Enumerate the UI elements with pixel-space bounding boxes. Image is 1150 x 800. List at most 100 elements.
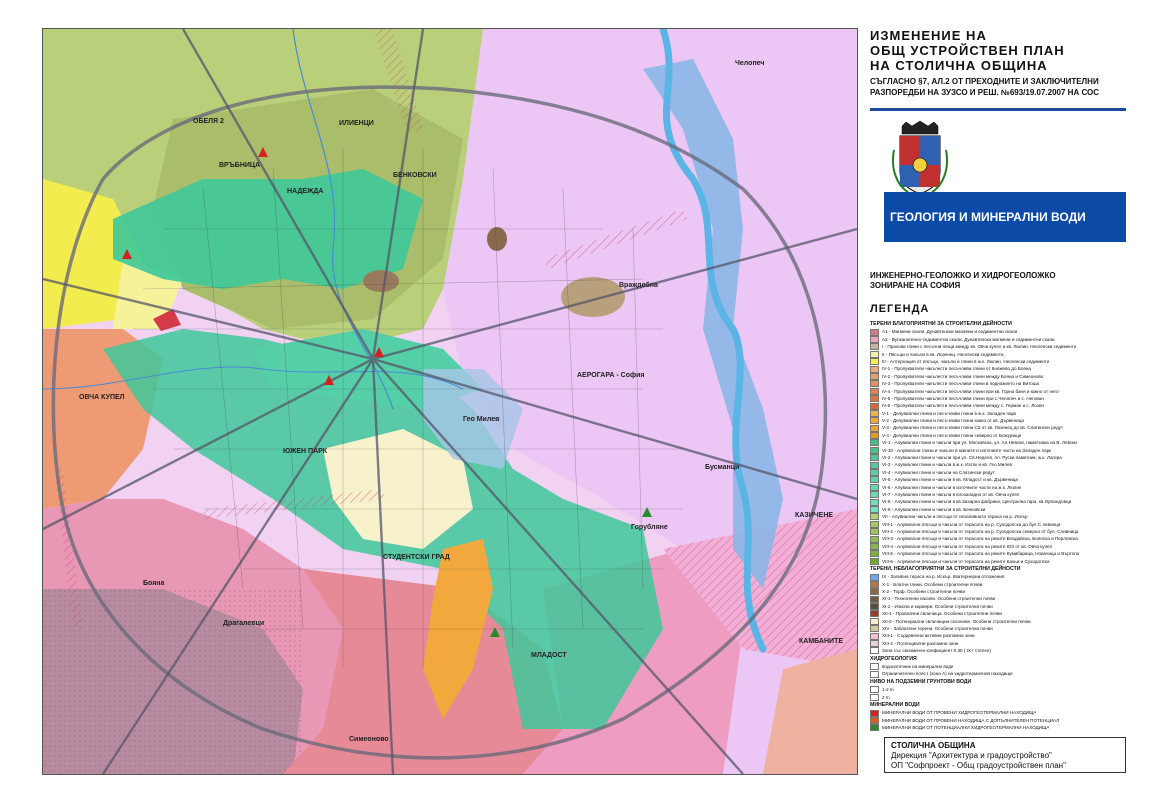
legend-label: IX - Заливна тераса на р. Искър. Кватерн… [882, 574, 1005, 580]
legend-item: IV-2 - Пропукватели чакълести песъчливи … [870, 372, 1132, 380]
legend-item: водоизточник на минерални води [870, 663, 1132, 671]
legend-label: 1-2 m [882, 687, 894, 693]
legend-label: Зона със сеизмичен коефициент 0.30 ( IX+… [882, 648, 991, 654]
legend-swatch [870, 491, 879, 499]
zone-vitosha-texture [43, 589, 303, 774]
label-boyana: Бояна [143, 580, 165, 587]
footer-line-1: СТОЛИЧНА ОБЩИНА [891, 741, 976, 750]
legend-label: VI-5 - Алувиални глини и чакъли в кв. Мл… [882, 477, 1018, 483]
legend-swatch [870, 328, 879, 336]
legend-swatch [870, 588, 879, 596]
legend-item: 2 m [870, 693, 1132, 701]
legend-label: А1 - Магмени скали. Дунавтенски магмени … [882, 329, 1018, 335]
legend-label: МИНЕРАЛНИ ВОДИ ОТ ПРОВЕНИ ХИДРОГЕОТЕРМАЛ… [882, 710, 1037, 716]
label-simeonovo: Симеоново [349, 736, 389, 743]
legend-label: 2 m [882, 694, 890, 700]
footer-line-3: ОП "Софпроект - Общ градоустройствен пла… [891, 761, 1066, 770]
legend-swatch [870, 716, 879, 724]
legend: ТЕРЕНИ БЛАГОПРИЯТНИ ЗА СТРОИТЕЛНИ ДЕЙНОС… [870, 320, 1132, 732]
legend-label: VIII-4 - Алувиални пясъци и чакъли от те… [882, 543, 1053, 549]
legend-swatch [870, 528, 879, 536]
legend-item: ХI-2 - Изкопи и кариери. Особени строите… [870, 603, 1132, 611]
legend-swatch [870, 343, 879, 351]
legend-label: VI-9 - Алувиални глини и чакъли в кв. Бе… [882, 506, 986, 512]
legend-item: А2 - Вулканогенно-седиментни скали. Дуна… [870, 335, 1132, 343]
legend-item: ХII-1 - Провлачни свлачища. Особени стро… [870, 610, 1132, 618]
legend-label: ХII-1 - Провлачни свлачища. Особени стро… [882, 611, 1002, 617]
legend-swatch [870, 670, 879, 678]
legend-label: ХIII-1 - Сърдевенни активни разломни зон… [882, 633, 975, 639]
map-canvas: ОБЕЛЯ 2 ИЛИЕНЦИ ВРЪБНИЦА НАДЕЖДА БЕНКОВС… [43, 29, 857, 774]
legend-item: IX - Заливна тераса на р. Искър. Кватерн… [870, 573, 1132, 581]
legend-swatch [870, 358, 879, 366]
legend-label: VI-7 - Алувиални глини и чакъли в югозап… [882, 492, 1020, 497]
legend-swatch [870, 520, 879, 528]
legend-swatch [870, 505, 879, 513]
label-ilientsi: ИЛИЕНЦИ [339, 120, 374, 127]
legend-item: Х-1 - Блатни глини. Особени строителни п… [870, 580, 1132, 588]
label-benkovski: БЕНКОВСКИ [393, 172, 437, 179]
legend-swatch [870, 409, 879, 417]
footer-line-2: Дирекция "Архитектура и градоустройство" [891, 751, 1052, 760]
title-line-3: НА СТОЛИЧНА ОБЩИНА [870, 58, 1048, 73]
legend-swatch [870, 550, 879, 558]
legend-label: VII - Алувиални чакъли и пясъци от незал… [882, 514, 1028, 520]
legend-swatch [870, 446, 879, 454]
legend-item: ХII-2 - Потенциални свлачищни склонове. … [870, 617, 1132, 625]
legend-label: III - Алтернация от пясъци, чакъли и гли… [882, 358, 1050, 364]
legend-label: ХI-1 - Техногенни насипи. Особени строит… [882, 596, 996, 602]
legend-swatch [870, 387, 879, 395]
legend-label: VI-4 - Алувиални глини и чакъли на Слати… [882, 469, 995, 475]
legend-item: III - Алтернация от пясъци, чакъли и гли… [870, 358, 1132, 366]
legend-swatch [870, 535, 879, 543]
title-line-1: ИЗМЕНЕНИЕ НА [870, 28, 987, 43]
label-ovcha-kupel: ОВЧА КУПЕЛ [79, 394, 125, 401]
label-geo-milev: Гео Милев [463, 416, 500, 423]
legend-item: VI-6 - Алувиални глини и чакъли в източн… [870, 483, 1132, 491]
legend-label: XIV - Заблатени терени. Особени строител… [882, 626, 993, 632]
section-title-line-2: ЗОНИРАНЕ НА СОФИЯ [870, 281, 961, 290]
legend-item: VI-7 - Алувиални глини и чакъли в югозап… [870, 491, 1132, 499]
legend-item: VI-1 - Алувиални глини и чакъли при ул. … [870, 439, 1132, 447]
legend-section-header: ТЕРЕНИ БЛАГОПРИЯТНИ ЗА СТРОИТЕЛНИ ДЕЙНОС… [870, 321, 1012, 327]
legend-item: IV-4 - Пропукватели чакълести песъчливи … [870, 387, 1132, 395]
legend-section-header: ТЕРЕНИ, НЕБЛАГОПРИЯТНИ ЗА СТРОИТЕЛНИ ДЕЙ… [870, 565, 1021, 572]
legend-label: VIII-2 - Алувиални пясъци и чакъли от те… [882, 528, 1079, 534]
legend-item: VI-4 - Алувиални глини и чакъли на Слати… [870, 469, 1132, 477]
legend-swatch [870, 461, 879, 469]
legend-item: VIII-4 - Алувиални пясъци и чакъли от те… [870, 542, 1132, 550]
sheet-title: ГЕОЛОГИЯ И МИНЕРАЛНИ ВОДИ [884, 192, 1126, 242]
legend-label: ХI-2 - Изкопи и кариери. Особени строите… [882, 603, 993, 609]
legend-label: VIII-6 - Алувиални пясъци и чакъли от те… [882, 558, 1050, 564]
legend-swatch [870, 476, 879, 484]
legend-label: I - Прахови глини с песъчни лещи между к… [882, 344, 1077, 350]
legend-label: IV-1 - Пропукватели чакълести песъчливи … [882, 366, 1031, 372]
legend-label: IV-4 - Пропукватели чакълести песъчливи … [882, 388, 1059, 394]
legend-swatch [870, 542, 879, 550]
legend-label: VI-6 - Алувиални глини и чакъли в източн… [882, 484, 1022, 490]
legend-label: Х-1 - Блатни глини. Особени строителни п… [882, 581, 983, 587]
subtitle-line-2: РАЗПОРЕДБИ НА ЗУЗСО И РЕШ. №693/19.07.20… [870, 88, 1100, 97]
label-mladost: МЛАДОСТ [531, 652, 567, 659]
legend-swatch [870, 498, 879, 506]
legend-swatch [870, 610, 879, 618]
footer-box: СТОЛИЧНА ОБЩИНА Дирекция "Архитектура и … [884, 737, 1126, 773]
legend-item: Х-2 - Торф. Особени строителни почви [870, 588, 1132, 596]
legend-swatch [870, 693, 879, 701]
geology-map[interactable]: ОБЕЛЯ 2 ИЛИЕНЦИ ВРЪБНИЦА НАДЕЖДА БЕНКОВС… [42, 28, 858, 775]
legend-item: VIII-6 - Алувиални пясъци и чакъли от те… [870, 557, 1132, 565]
legend-swatch [870, 513, 879, 521]
legend-item: IV-1 - Пропукватели чакълести песъчливи … [870, 365, 1132, 373]
legend-item: VII - Алувиални чакъли и пясъци от незал… [870, 513, 1132, 521]
legend-item: VI-9 - Алувиални глини и чакъли в кв. Бе… [870, 505, 1132, 513]
legend-item: I - Прахови глини с песъчни лещи между к… [870, 343, 1132, 351]
legend-item: Ограничителен пояс І (зона А) на хидроте… [870, 670, 1132, 678]
legend-label: IV-6 - Пропукватели чакълести песъчливи … [882, 403, 1044, 409]
label-vrazhdebna: Враждебна [619, 281, 658, 289]
legend-item: VIII-3 - Алувиални пясъци и чакъли от те… [870, 535, 1132, 543]
legend-label: А2 - Вулканогенно-седиментни скали. Дуна… [882, 336, 1055, 342]
legend-swatch [870, 557, 879, 565]
legend-item: ХIII-1 - Сърдевенни активни разломни зон… [870, 632, 1132, 640]
legend-swatch [870, 724, 879, 732]
legend-label: VI-3 - Алувиални глини и чакъли в ж.к. И… [882, 462, 1012, 468]
